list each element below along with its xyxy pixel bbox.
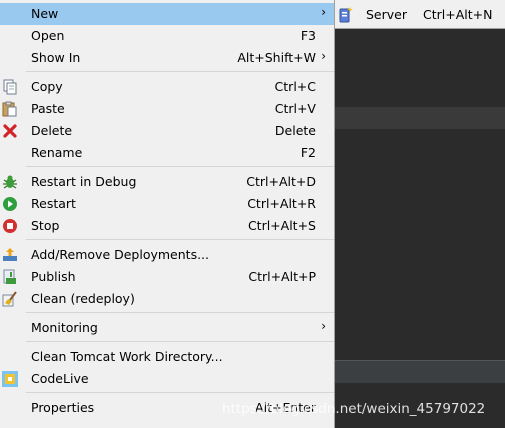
menu-separator	[26, 71, 334, 72]
menu-item-label: Restart in Debug	[31, 174, 137, 189]
menu-item-shortcut: Alt+Shift+W	[237, 50, 316, 65]
menu-item-shortcut: Ctrl+Alt+D	[246, 174, 316, 189]
menu-item-restart[interactable]: Restart Ctrl+Alt+R	[0, 193, 334, 215]
menu-item-label: Show In	[31, 50, 81, 65]
menu-item-label: Clean (redeploy)	[31, 291, 135, 306]
chevron-right-icon: ›	[321, 49, 326, 63]
stop-icon	[2, 218, 18, 234]
menu-item-rename[interactable]: Rename F2	[0, 142, 334, 164]
menu-item-label: Copy	[31, 79, 63, 94]
menu-item-shortcut: Ctrl+Alt+P	[248, 269, 316, 284]
menu-item-new[interactable]: New ›	[0, 3, 334, 25]
menu-item-label: Open	[31, 28, 65, 43]
copy-icon	[2, 79, 18, 95]
menu-item-label: Paste	[31, 101, 65, 116]
codelive-icon	[2, 371, 18, 387]
menu-separator	[26, 239, 334, 240]
menu-item-add-remove-deployments[interactable]: Add/Remove Deployments...	[0, 244, 334, 266]
menu-item-label: Delete	[31, 123, 73, 138]
menu-item-clean-redeploy[interactable]: Clean (redeploy)	[0, 288, 334, 310]
menu-item-paste[interactable]: Paste Ctrl+V	[0, 98, 334, 120]
menu-item-label: New	[31, 6, 59, 21]
submenu-item-shortcut: Ctrl+Alt+N	[423, 7, 493, 22]
menu-item-shortcut: F3	[300, 28, 316, 43]
submenu-new: Server Ctrl+Alt+N	[335, 0, 505, 29]
chevron-right-icon: ›	[321, 5, 326, 19]
menu-item-codelive[interactable]: CodeLive	[0, 368, 334, 390]
server-icon	[339, 7, 353, 23]
editor-panel-band	[335, 360, 505, 383]
editor-current-line	[335, 107, 505, 129]
bug-icon	[2, 174, 18, 190]
submenu-item-server[interactable]: Server	[366, 7, 407, 22]
menu-item-clean-tomcat-work-directory[interactable]: Clean Tomcat Work Directory...	[0, 346, 334, 368]
menu-item-shortcut: Ctrl+Alt+R	[247, 196, 316, 211]
menu-separator	[26, 392, 334, 393]
deploy-icon	[2, 247, 18, 263]
menu-item-shortcut: F2	[300, 145, 316, 160]
menu-item-label: Add/Remove Deployments...	[31, 247, 210, 262]
menu-item-monitoring[interactable]: Monitoring ›	[0, 317, 334, 339]
menu-item-delete[interactable]: Delete Delete	[0, 120, 334, 142]
menu-item-shortcut: Ctrl+Alt+S	[247, 218, 316, 233]
menu-item-stop[interactable]: Stop Ctrl+Alt+S	[0, 215, 334, 237]
chevron-right-icon: ›	[321, 319, 326, 333]
watermark: https://blog.csdn.net/weixin_45797022	[222, 401, 486, 417]
menu-item-copy[interactable]: Copy Ctrl+C	[0, 76, 334, 98]
clean-icon	[2, 291, 18, 307]
publish-icon	[2, 269, 18, 285]
menu-item-label: Properties	[31, 400, 95, 415]
menu-separator	[26, 341, 334, 342]
menu-item-label: Restart	[31, 196, 76, 211]
menu-item-restart-debug[interactable]: Restart in Debug Ctrl+Alt+D	[0, 171, 334, 193]
menu-item-publish[interactable]: Publish Ctrl+Alt+P	[0, 266, 334, 288]
menu-item-label: CodeLive	[31, 371, 89, 386]
menu-item-label: Rename	[31, 145, 83, 160]
menu-item-label: Publish	[31, 269, 76, 284]
menu-item-label: Stop	[31, 218, 60, 233]
delete-icon	[2, 123, 18, 139]
menu-item-label: Monitoring	[31, 320, 98, 335]
menu-item-label: Clean Tomcat Work Directory...	[31, 349, 223, 364]
menu-item-shortcut: Delete	[274, 123, 316, 138]
menu-item-shortcut: Ctrl+C	[274, 79, 316, 94]
menu-item-show-in[interactable]: Show In Alt+Shift+W ›	[0, 47, 334, 69]
paste-icon	[2, 101, 18, 117]
menu-item-open[interactable]: Open F3	[0, 25, 334, 47]
restart-icon	[2, 196, 18, 212]
menu-item-shortcut: Ctrl+V	[274, 101, 316, 116]
menu-separator	[26, 166, 334, 167]
menu-separator	[26, 312, 334, 313]
context-menu: New › Open F3 Show In Alt+Shift+W › Copy…	[0, 0, 335, 428]
